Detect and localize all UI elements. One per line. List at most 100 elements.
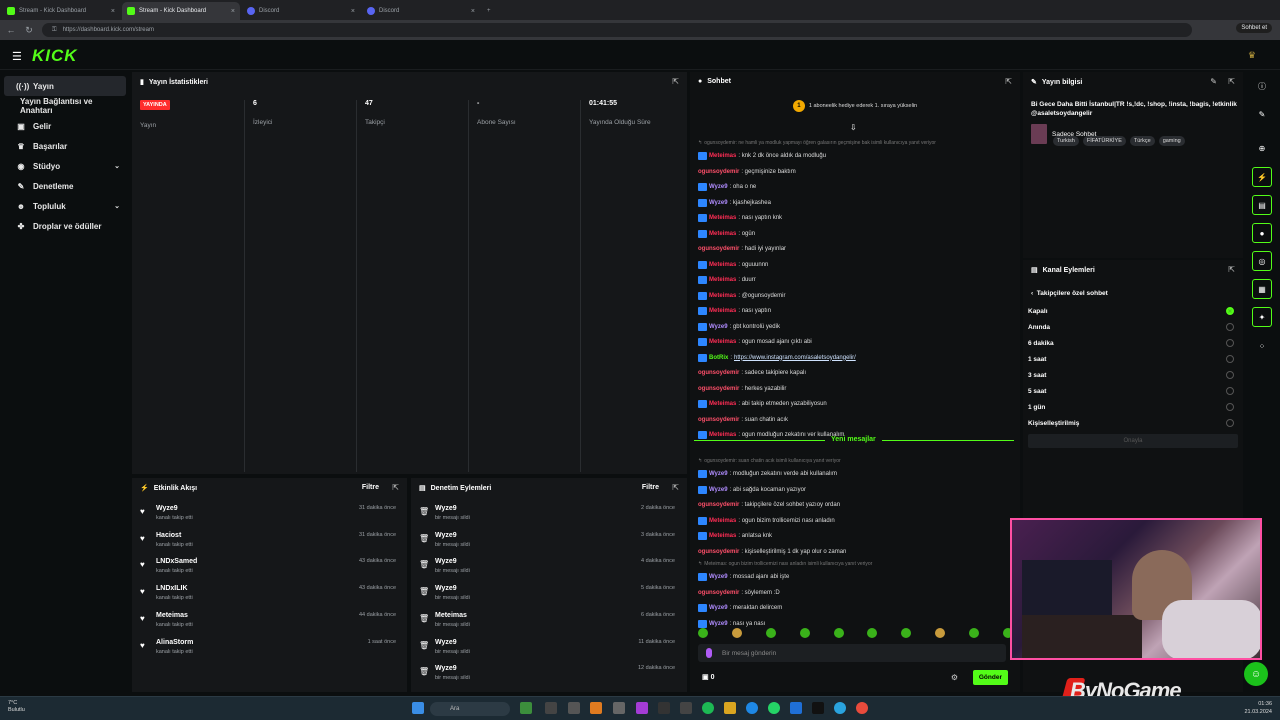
filter-button[interactable]: Filtre bbox=[642, 484, 659, 491]
expand-icon[interactable]: ⇱ bbox=[1228, 77, 1235, 86]
windows-start-icon[interactable] bbox=[412, 702, 424, 714]
activity-row[interactable]: ♥ Meteimas kanalı takip etti 44 dakika önce bbox=[140, 611, 402, 637]
weather-widget[interactable]: 7°C Bulutlu bbox=[8, 700, 25, 714]
chat-username[interactable]: Wyze9 bbox=[709, 200, 728, 206]
points-display[interactable]: ▣ 0 bbox=[702, 673, 714, 681]
explorer-icon[interactable] bbox=[568, 702, 580, 714]
chat-username[interactable]: Wyze9 bbox=[709, 471, 728, 477]
sidebar-item-6[interactable]: ☻ Topluluk ⌄ bbox=[4, 196, 126, 216]
server-icon[interactable]: ▦ bbox=[1252, 279, 1272, 299]
activity-row[interactable]: ♥ LNDxILIK kanalı takip etti 43 dakika önce bbox=[140, 584, 402, 610]
chat-message[interactable]: Wyze9: oha o ne bbox=[698, 181, 1008, 193]
app-icon[interactable] bbox=[636, 702, 648, 714]
chat-message[interactable]: ogunsoydemir: takipçilere özel sohbet ya… bbox=[698, 499, 1008, 511]
support-icon[interactable]: ☺ bbox=[1244, 662, 1268, 686]
chat-username[interactable]: Meteimas bbox=[709, 215, 736, 221]
menu-icon[interactable]: ☰ bbox=[12, 50, 22, 63]
activity-row[interactable]: ♥ Wyze9 kanalı takip etti 31 dakika önce bbox=[140, 504, 402, 530]
emote-icon[interactable] bbox=[935, 628, 946, 638]
chat-username[interactable]: ogunsoydemir bbox=[698, 417, 739, 423]
chat-message[interactable]: Meteimas: knk 2 dk önce aldık da modluğu bbox=[698, 150, 1008, 162]
moderation-row[interactable]: 🗑 Meteimas bir mesajı sildi 6 dakika önce bbox=[419, 611, 681, 637]
wrench-icon[interactable]: ✦ bbox=[1252, 307, 1272, 327]
moderation-row[interactable]: 🗑 Wyze9 bir mesajı sildi 12 dakika önce bbox=[419, 664, 681, 690]
chat-message[interactable]: ogunsoydemir: hadi iyi yayınlar bbox=[698, 243, 1008, 255]
chat-username[interactable]: Wyze9 bbox=[709, 184, 728, 190]
app-icon[interactable] bbox=[790, 702, 802, 714]
chat-message[interactable]: Meteimas: nası yaptın bbox=[698, 305, 1008, 317]
browser-tab[interactable]: Stream - Kick Dashboard × bbox=[122, 2, 240, 20]
radio-button[interactable] bbox=[1226, 403, 1234, 411]
chat-message[interactable]: Meteimas: abi takip etmeden yazabiliyosu… bbox=[698, 398, 1008, 410]
chat-message[interactable]: Meteimas: @ogunsoydemir bbox=[698, 290, 1008, 302]
pinned-banner[interactable]: 11 aboneelik hediye ederek 1. sıraya yük… bbox=[690, 94, 1020, 118]
sidebar-item-2[interactable]: ▣ Gelir bbox=[4, 116, 126, 136]
edit-icon[interactable]: ✎ bbox=[1210, 77, 1217, 86]
expand-icon[interactable]: ⇱ bbox=[672, 483, 679, 492]
chat-message[interactable]: Meteimas: oguuunnn bbox=[698, 259, 1008, 271]
browser-tab[interactable]: Discord × bbox=[242, 2, 360, 20]
emote-icon[interactable] bbox=[969, 628, 979, 638]
close-icon[interactable]: × bbox=[231, 8, 235, 15]
profile-button[interactable]: Sohbet et bbox=[1236, 23, 1272, 33]
emote-icon[interactable] bbox=[799, 628, 810, 638]
widget-icon[interactable] bbox=[520, 702, 532, 714]
radio-button[interactable] bbox=[1226, 307, 1234, 315]
radio-button[interactable] bbox=[1226, 339, 1234, 347]
option-0[interactable]: Kapalı bbox=[1028, 304, 1238, 318]
moderation-row[interactable]: 🗑 Wyze9 bir mesajı sildi 4 dakika önce bbox=[419, 557, 681, 583]
sidebar-item-7[interactable]: ✤ Droplar ve ödüller bbox=[4, 216, 126, 236]
moderation-row[interactable]: 🗑 Wyze9 bir mesajı sildi 5 dakika önce bbox=[419, 584, 681, 610]
emote-icon[interactable] bbox=[698, 628, 708, 638]
clock[interactable]: 01:36 21.03.2024 bbox=[1244, 700, 1272, 716]
close-icon[interactable]: × bbox=[471, 8, 475, 15]
activity-row[interactable]: ♥ AlinaStorm kanalı takip etti 1 saat önce bbox=[140, 638, 402, 664]
chat-username[interactable]: ogunsoydemir bbox=[698, 169, 739, 175]
chat-username[interactable]: Wyze9 bbox=[709, 487, 728, 493]
radio-button[interactable] bbox=[1226, 323, 1234, 331]
chat-message[interactable]: Wyze9: mossad ajanı abi işte bbox=[698, 571, 1008, 583]
close-icon[interactable]: × bbox=[351, 8, 355, 15]
close-icon[interactable]: × bbox=[111, 8, 115, 15]
chat-username[interactable]: Meteimas bbox=[709, 293, 736, 299]
chat-username[interactable]: Meteimas bbox=[709, 153, 736, 159]
chat-message[interactable]: Wyze9: abi sağda kocaman yazıyor bbox=[698, 484, 1008, 496]
chat-message[interactable]: Wyze9: kjashejkashea bbox=[698, 197, 1008, 209]
chat-message[interactable]: ogunsoydemir: herkes yazabilir bbox=[698, 383, 1008, 395]
chat-username[interactable]: Wyze9 bbox=[709, 574, 728, 580]
emote-icon[interactable] bbox=[901, 628, 912, 638]
taskbar-search[interactable]: Ara bbox=[430, 702, 510, 716]
browser-tab[interactable]: Stream - Kick Dashboard × bbox=[2, 2, 120, 20]
app-icon[interactable] bbox=[658, 702, 670, 714]
option-3[interactable]: 1 saat bbox=[1028, 352, 1238, 366]
chat-input[interactable]: Bir mesaj gönderin bbox=[698, 644, 1006, 662]
send-button[interactable]: Gönder bbox=[972, 670, 1008, 685]
chat-message[interactable]: Wyze9: meraktan delircem bbox=[698, 602, 1008, 614]
crosshair-icon[interactable]: ⊕ bbox=[1252, 138, 1272, 158]
taskview-icon[interactable] bbox=[545, 702, 557, 714]
emote-icon[interactable] bbox=[731, 628, 742, 638]
sort-icon[interactable]: ⇩ bbox=[850, 123, 857, 132]
mic-icon[interactable] bbox=[706, 648, 712, 658]
chat-username[interactable]: ogunsoydemir bbox=[698, 549, 739, 555]
confirm-button[interactable]: Onayla bbox=[1028, 434, 1238, 448]
chat-message[interactable]: ogunsoydemir: sadece takipiere kapalı bbox=[698, 367, 1008, 379]
chat-message[interactable]: Wyze9: gbt kontrolü yedik bbox=[698, 321, 1008, 333]
emote-icon[interactable] bbox=[765, 628, 776, 638]
spotify-icon[interactable] bbox=[702, 702, 714, 714]
option-6[interactable]: 1 gün bbox=[1028, 400, 1238, 414]
emote-icon[interactable] bbox=[867, 628, 878, 638]
chrome-icon[interactable] bbox=[856, 702, 868, 714]
tag[interactable]: Turkish bbox=[1053, 136, 1079, 146]
tag[interactable]: gaming bbox=[1158, 136, 1185, 146]
chat-message[interactable]: Wyze9: modluğun zekatını verde abi kulla… bbox=[698, 468, 1008, 480]
chat-username[interactable]: ogunsoydemir bbox=[698, 386, 739, 392]
radio-button[interactable] bbox=[1226, 355, 1234, 363]
url-field[interactable]: ⚿ https://dashboard.kick.com/stream bbox=[42, 23, 1192, 37]
new-tab-button[interactable]: + bbox=[482, 2, 600, 20]
option-1[interactable]: Anında bbox=[1028, 320, 1238, 334]
moderation-row[interactable]: 🗑 Wyze9 bir mesajı sildi 2 dakika önce bbox=[419, 504, 681, 530]
reload-icon[interactable]: ↻ bbox=[22, 23, 36, 37]
info-icon[interactable]: ⓘ bbox=[1252, 76, 1272, 96]
expand-icon[interactable]: ⇱ bbox=[1228, 265, 1235, 274]
